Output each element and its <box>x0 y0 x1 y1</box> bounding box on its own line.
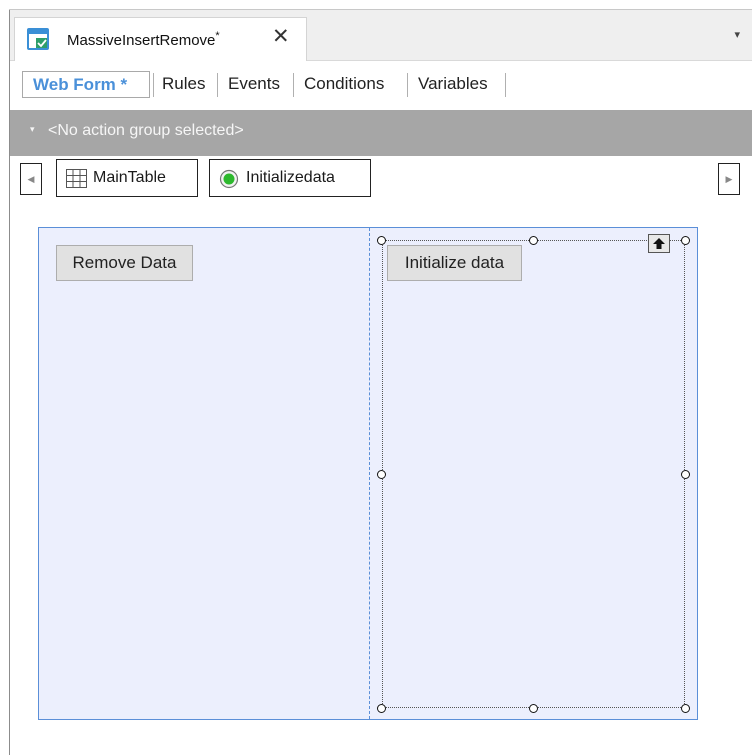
control-breadcrumb: ◀ MainTable Initializedata ▶ <box>10 156 752 202</box>
scroll-left-button[interactable]: ◀ <box>20 163 42 195</box>
initialize-data-button[interactable]: Initialize data <box>387 245 522 281</box>
resize-handle-top-left[interactable] <box>377 236 386 245</box>
action-group-bar[interactable]: ▾ <No action group selected> <box>10 110 752 156</box>
resize-handle-bottom-left[interactable] <box>377 704 386 713</box>
document-tab[interactable]: MassiveInsertRemove* ✕ <box>14 17 307 61</box>
remove-data-button[interactable]: Remove Data <box>56 245 193 281</box>
column-divider[interactable] <box>369 228 370 719</box>
resize-handle-top-right[interactable] <box>681 236 690 245</box>
breadcrumb-item-label: Initializedata <box>246 169 335 186</box>
tab-overflow-dropdown-icon[interactable]: ▾ <box>734 28 740 41</box>
resize-handle-top-center[interactable] <box>529 236 538 245</box>
object-part-tabs: Web Form * Rules Events Conditions Varia… <box>10 61 752 108</box>
document-tab-title: MassiveInsertRemove* <box>67 30 220 49</box>
breadcrumb-item-label: MainTable <box>93 169 166 186</box>
scroll-right-button[interactable]: ▶ <box>718 163 740 195</box>
arrow-up-icon <box>653 238 665 249</box>
close-icon[interactable]: ✕ <box>272 26 290 47</box>
table-grid-icon <box>66 169 87 188</box>
tab-variables[interactable]: Variables <box>418 71 488 98</box>
main-table-design-surface[interactable]: Remove Data Initialize data <box>38 227 698 720</box>
tab-separator <box>153 73 154 97</box>
tab-separator <box>505 73 506 97</box>
breadcrumb-item-maintable[interactable]: MainTable <box>56 159 198 197</box>
action-group-label: <No action group selected> <box>48 122 244 139</box>
chevron-down-icon[interactable]: ▾ <box>30 124 35 135</box>
resize-handle-middle-left[interactable] <box>377 470 386 479</box>
tab-rules[interactable]: Rules <box>162 71 205 98</box>
tab-separator <box>217 73 218 97</box>
document-tabstrip: MassiveInsertRemove* ✕ ▾ <box>10 10 752 61</box>
green-radio-icon <box>219 169 239 189</box>
resize-handle-bottom-center[interactable] <box>529 704 538 713</box>
selected-cell-outline[interactable] <box>382 240 685 708</box>
tab-conditions[interactable]: Conditions <box>304 71 384 98</box>
tab-separator <box>293 73 294 97</box>
webpanel-icon <box>27 28 49 50</box>
breadcrumb-item-initializedata[interactable]: Initializedata <box>209 159 371 197</box>
tab-web-form[interactable]: Web Form * <box>22 71 150 98</box>
tab-separator <box>407 73 408 97</box>
select-parent-button[interactable] <box>648 234 670 253</box>
resize-handle-middle-right[interactable] <box>681 470 690 479</box>
resize-handle-bottom-right[interactable] <box>681 704 690 713</box>
tab-events[interactable]: Events <box>228 71 280 98</box>
